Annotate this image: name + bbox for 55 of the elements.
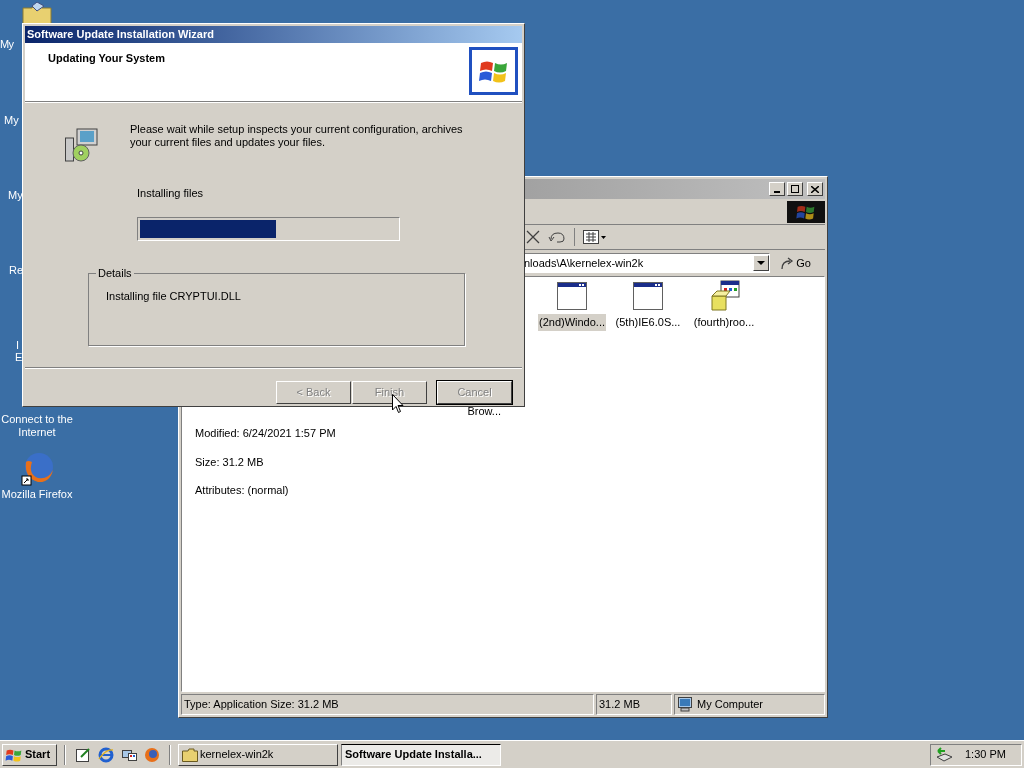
dropdown-button[interactable] [753,255,770,271]
minimize-button[interactable] [769,182,785,196]
maximize-button[interactable] [787,182,803,196]
go-arrow-icon [780,256,795,270]
folder-icon [182,747,198,762]
cut-label: Brow... [467,405,501,417]
task-button[interactable]: kernelex-win2k [178,743,338,766]
window-icon [632,280,664,312]
zone-label: My Computer [697,697,764,713]
detail-line: Modified: 6/24/2021 1:57 PM [195,426,337,441]
close-button[interactable] [807,182,823,196]
wizard-heading: Updating Your System [48,51,165,67]
status-size: 31.2 MB [596,694,672,715]
installer-icon [708,280,740,312]
close-icon [811,185,819,193]
task-button[interactable]: Software Update Installa... [341,743,501,766]
desktop-icon-label[interactable]: Connect to the Internet [0,413,74,439]
status-type: Type: Application Size: 31.2 MB [181,694,594,715]
browser-icon[interactable] [98,746,114,763]
file-item[interactable]: (5th)IE6.0S... [610,280,686,331]
go-button[interactable]: Go [776,253,815,273]
file-item[interactable]: (2nd)Windo... [534,280,610,331]
file-name: (fourth)roo... [692,315,756,330]
desktop-icon-label[interactable]: My [4,114,19,127]
desktop-icon-label[interactable]: My [8,189,23,202]
window-title: Software Update Installation Wizard [27,27,214,43]
computer-icon [677,697,693,712]
delete-icon[interactable] [526,230,540,244]
file-item[interactable]: (fourth)roo... [686,280,762,331]
wait-message: Please wait while setup inspects your current configuration, archives your current files and updates your files. [130,122,464,150]
views-icon[interactable] [583,230,607,244]
notepad-icon[interactable] [75,746,91,763]
group-title: Details [96,266,134,280]
detail-line: Size: 31.2 MB [195,454,265,470]
address-text: nloads\A\kernelex-win2k [523,255,645,271]
firefox-icon[interactable] [20,452,54,486]
desktop-icon-label[interactable]: Re [9,264,24,277]
detail-line: Attributes: (normal) [195,483,290,498]
desktop-icon-label[interactable]: My [0,38,14,51]
desktop-icon-label[interactable]: Mozilla Firefox [0,488,74,501]
file-name: (2nd)Windo... [538,314,606,331]
network-icon[interactable] [935,746,953,763]
desktop-icon-label[interactable]: E [15,351,23,364]
desktop-icon-label[interactable]: I [16,339,20,352]
window-icon [556,280,588,312]
flag-icon [795,203,817,221]
details-text: Installing file CRYPTUI.DLL [106,289,241,304]
progress-label: Installing files [137,185,205,201]
file-name: (5th)IE6.0S... [614,315,682,330]
maximize-icon [791,185,799,193]
setup-icon [65,127,99,162]
undo-icon[interactable] [548,230,566,244]
clock: 1:30 PM [965,747,1006,763]
caret-icon [757,261,766,265]
start-button[interactable]: Start [2,743,57,766]
